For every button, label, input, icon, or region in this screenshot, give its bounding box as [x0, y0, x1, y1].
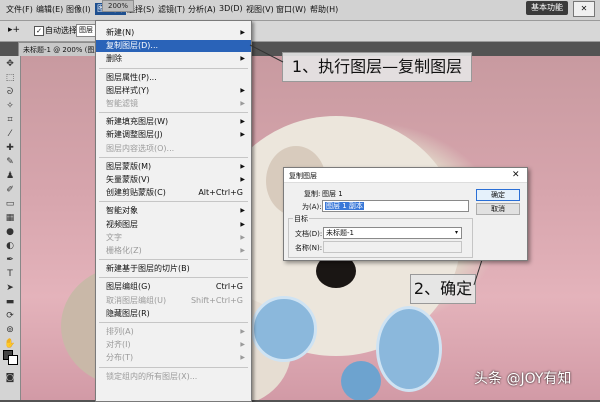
- duplicate-layer-dialog: 复制图层 ✕ 复制: 图层 1 为(A): 图层 1 副本 目标 文档(D): …: [283, 167, 528, 261]
- name-label: 名称(N):: [295, 244, 323, 252]
- arrow-to-menu-item: [249, 44, 284, 63]
- target-group: 目标 文档(D): 未标题-1 ▾ 名称(N):: [288, 214, 473, 258]
- document-select[interactable]: 未标题-1 ▾: [323, 227, 462, 239]
- chevron-down-icon: ▾: [454, 229, 458, 236]
- name-input[interactable]: [323, 241, 462, 253]
- ok-button[interactable]: 确定: [476, 189, 520, 201]
- copy-value: 图层 1: [322, 190, 343, 198]
- document-label: 文档(D):: [295, 230, 323, 238]
- layer-name-input[interactable]: 图层 1 副本: [322, 200, 469, 212]
- dialog-title: 复制图层: [289, 172, 317, 180]
- dialog-titlebar: 复制图层 ✕: [284, 168, 527, 183]
- cancel-button[interactable]: 取消: [476, 203, 520, 215]
- layer-name-selection: 图层 1 副本: [325, 202, 364, 210]
- document-select-value: 未标题-1: [326, 229, 354, 237]
- copy-label: 复制:: [304, 190, 321, 198]
- watermark: 头条 @JOY有知: [474, 371, 572, 387]
- target-group-label: 目标: [293, 214, 309, 224]
- close-icon[interactable]: ✕: [512, 170, 520, 180]
- as-label: 为(A):: [302, 203, 322, 211]
